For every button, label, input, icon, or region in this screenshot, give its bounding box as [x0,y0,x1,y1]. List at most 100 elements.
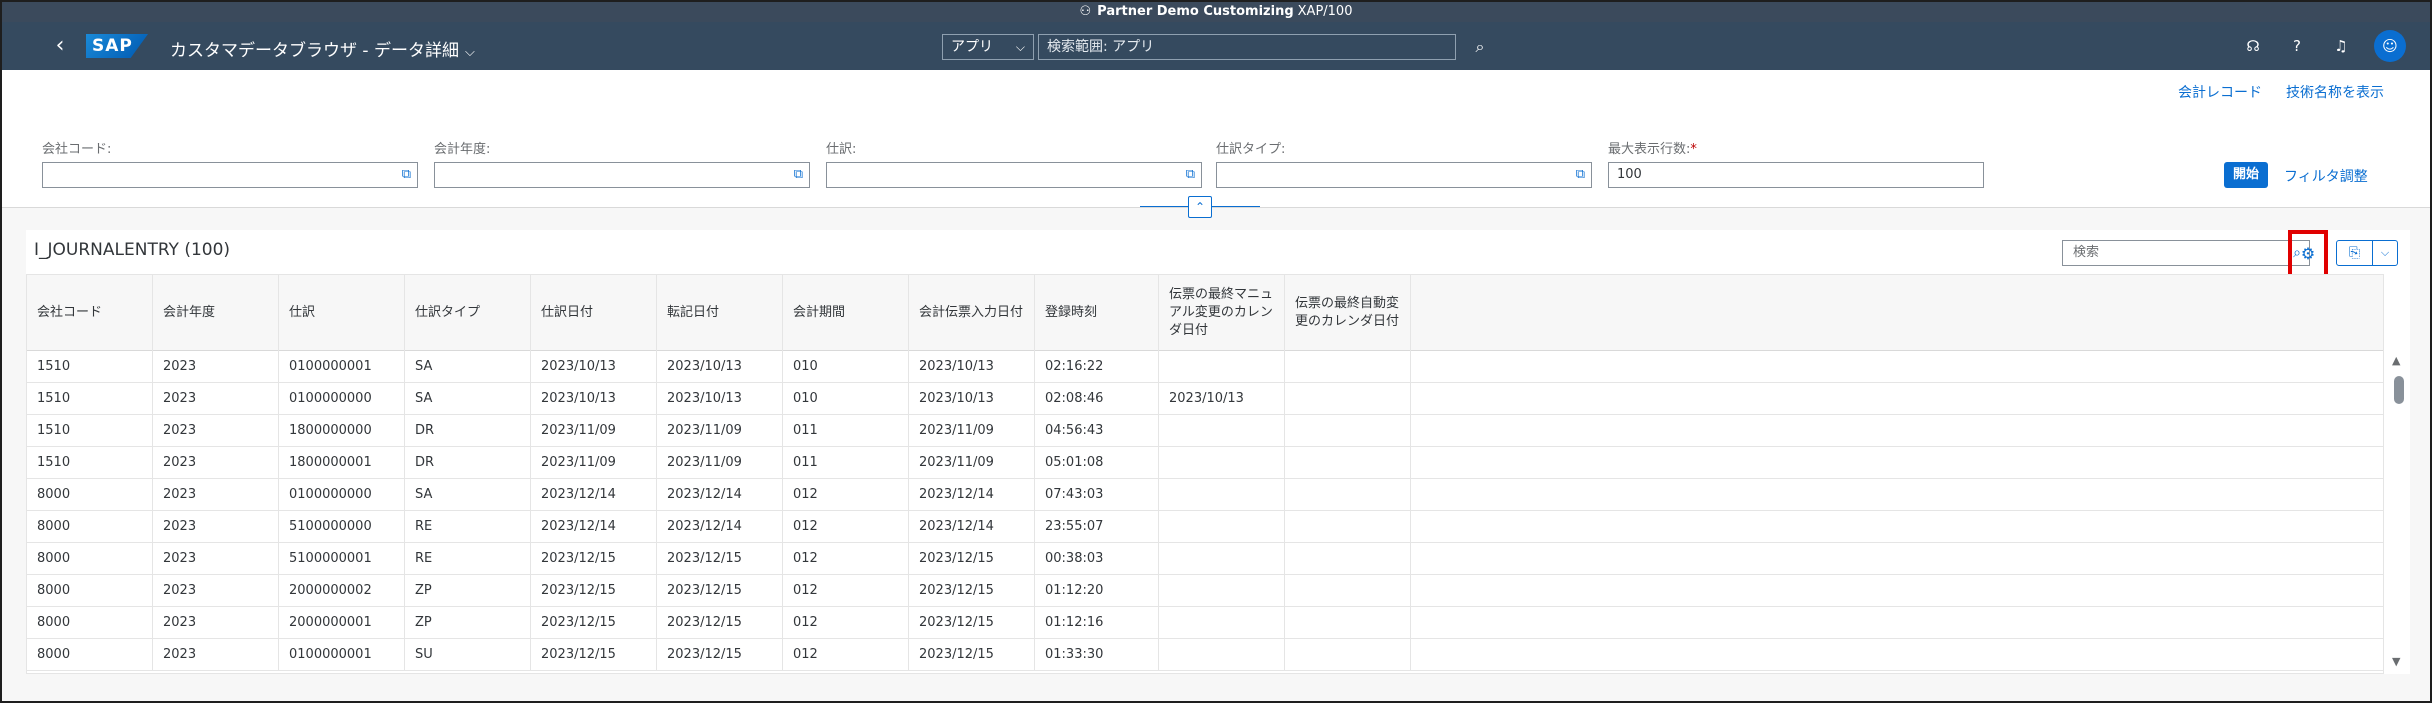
table-cell: 2023/11/09 [531,447,657,479]
table-row[interactable]: 1510 2023 0100000000 SA 2023/10/13 2023/10/13… [27,383,2383,415]
column-header[interactable]: 仕訳 [279,275,405,351]
table-cell: 011 [783,415,909,447]
table-row[interactable]: 8000 2023 0100000001 SU 2023/12/15 2023/12/15… [27,639,2383,671]
table-cell: 2023/12/15 [657,543,783,575]
column-header[interactable]: 会計年度 [153,275,279,351]
table-row[interactable]: 8000 2023 5100000001 RE 2023/12/15 2023/12/15… [27,543,2383,575]
column-header[interactable]: 登録時刻 [1035,275,1159,351]
table-cell: 2023 [153,479,279,511]
search-scope-value: アプリ [951,39,993,55]
table-cell: 2023/12/15 [531,543,657,575]
value-help-icon[interactable]: ⧉ [402,163,411,187]
show-technical-names-link[interactable]: 技術名称を表示 [2286,82,2384,102]
settings-gear-icon[interactable]: ⚙ [2296,242,2320,266]
table-cell [1285,607,1411,639]
max-rows-input[interactable]: 100 [1608,162,1984,188]
table-row[interactable]: 8000 2023 5100000000 RE 2023/12/14 2023/12/14… [27,511,2383,543]
table-cell: SA [405,383,531,415]
table-cell: 2023/11/09 [909,447,1035,479]
shell-search-input[interactable]: 検索範囲: アプリ [1038,34,1456,60]
table-row[interactable]: 1510 2023 1800000001 DR 2023/11/09 2023/11/09… [27,447,2383,479]
table-cell: 05:01:08 [1035,447,1159,479]
collapse-header-button[interactable]: ⌃ [1188,196,1212,218]
value-help-icon[interactable]: ⧉ [1186,163,1195,187]
go-button[interactable]: 開始 [2224,162,2268,188]
table-cell: 2023 [153,575,279,607]
column-header[interactable]: 会計期間 [783,275,909,351]
filter-label: 仕訳: [826,142,857,157]
max-rows-value: 100 [1617,167,1642,182]
table-cell: SU [405,639,531,671]
system-icon: ⚇ [1079,4,1092,19]
table-cell: SA [405,479,531,511]
table-row[interactable]: 1510 2023 1800000000 DR 2023/11/09 2023/11/09… [27,415,2383,447]
table-cell: 0100000001 [279,351,405,383]
search-scope-select[interactable]: アプリ ⌵ [942,34,1034,60]
table-row[interactable]: 8000 2023 2000000001 ZP 2023/12/15 2023/12/15… [27,607,2383,639]
table-cell: 2023/12/15 [909,607,1035,639]
journal-entry-type-input[interactable]: ⧉ [1216,162,1592,188]
question-icon[interactable]: ? [2286,35,2308,57]
filter-label: 最大表示行数:* [1608,142,1697,157]
accounting-record-link[interactable]: 会計レコード [2178,82,2262,102]
table-cell [1159,607,1285,639]
table-search-input[interactable]: 検索 ⌕ [2062,240,2310,266]
table-cell: 2023/10/13 [657,383,783,415]
table-cell: 012 [783,543,909,575]
system-title: Partner Demo Customizing [1097,4,1294,19]
filter-label: 会計年度: [434,142,491,157]
column-header[interactable]: 伝票の最終自動変更のカレンダ日付 [1285,275,1411,351]
table-cell: 2023 [153,415,279,447]
column-header[interactable]: 会計伝票入力日付 [909,275,1035,351]
table-cell: 2023/12/15 [531,639,657,671]
adapt-filters-link[interactable]: フィルタ調整 [2284,166,2368,186]
table-cell: 07:43:03 [1035,479,1159,511]
table-cell: 010 [783,351,909,383]
back-button[interactable]: ‹ [46,32,74,60]
table-cell: 1510 [27,415,153,447]
table-cell: 1510 [27,447,153,479]
column-header[interactable]: 伝票の最終マニュアル変更のカレンダ日付 [1159,275,1285,351]
table-cell [1159,351,1285,383]
table-cell: 2023/12/15 [909,639,1035,671]
column-header[interactable]: 会社コード [27,275,153,351]
table-cell: 2023/12/14 [909,511,1035,543]
export-icon[interactable]: ⎘ [2337,241,2373,265]
export-button[interactable]: ⎘ ⌵ [2336,240,2398,266]
table-row[interactable]: 8000 2023 0100000000 SA 2023/12/14 2023/12/14… [27,479,2383,511]
column-header[interactable]: 転記日付 [657,275,783,351]
table-cell: 2023 [153,607,279,639]
scrollbar-thumb[interactable] [2394,376,2404,404]
company-code-input[interactable]: ⧉ [42,162,418,188]
table-cell: 8000 [27,543,153,575]
fiscal-year-input[interactable]: ⧉ [434,162,810,188]
bell-icon[interactable]: ♫ [2330,35,2352,57]
table-row[interactable]: 8000 2023 2000000002 ZP 2023/12/15 2023/12/15… [27,575,2383,607]
column-header[interactable]: 仕訳タイプ [405,275,531,351]
table-cell: 04:56:43 [1035,415,1159,447]
table-cell: 2023/10/13 [909,351,1035,383]
table-cell: 0100000000 [279,479,405,511]
journal-entry-input[interactable]: ⧉ [826,162,1202,188]
column-header[interactable]: 仕訳日付 [531,275,657,351]
scroll-down-icon[interactable]: ▼ [2392,655,2400,668]
chevron-down-icon[interactable]: ⌵ [2373,241,2397,265]
filter-max-rows: 最大表示行数:* 100 [1608,138,1984,188]
table-cell: 02:08:46 [1035,383,1159,415]
table-cell [1285,511,1411,543]
shell-actions: ☊ ? ♫ ☺ [2242,30,2406,62]
table-cell: 00:38:03 [1035,543,1159,575]
vertical-scrollbar[interactable]: ▲ ▼ [2386,350,2410,674]
app-title-menu[interactable]: カスタマデータブラウザ - データ詳細 ⌵ [170,36,475,61]
user-avatar-icon[interactable]: ☺ [2374,30,2406,62]
table-cell: DR [405,415,531,447]
table-cell: 2000000002 [279,575,405,607]
help-icon[interactable]: ☊ [2242,35,2264,57]
filter-journal-entry: 仕訳: ⧉ [826,138,1202,188]
table-cell: 2023/12/15 [531,607,657,639]
value-help-icon[interactable]: ⧉ [1576,163,1585,187]
search-icon[interactable]: ⌕ [1468,34,1492,60]
value-help-icon[interactable]: ⧉ [794,163,803,187]
table-row[interactable]: 1510 2023 0100000001 SA 2023/10/13 2023/10/13… [27,351,2383,383]
scroll-up-icon[interactable]: ▲ [2392,354,2400,367]
